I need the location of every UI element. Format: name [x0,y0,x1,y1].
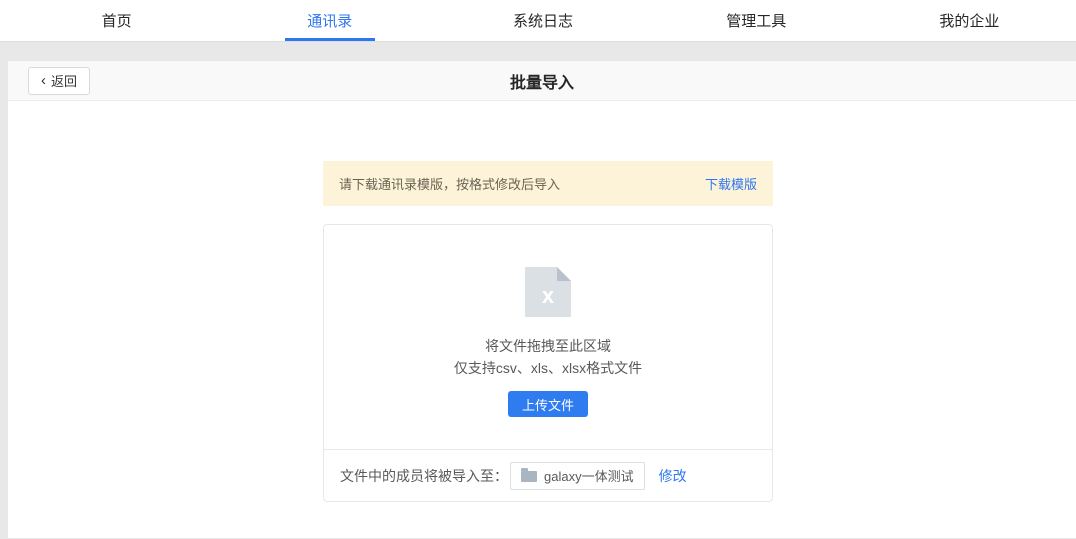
excel-letter: x [542,285,554,307]
download-template-link[interactable]: 下载模版 [705,174,757,193]
format-hint-text: 仅支持csv、xls、xlsx格式文件 [324,357,772,379]
target-department-box: galaxy一体测试 [510,462,645,490]
top-nav: 首页 通讯录 系统日志 管理工具 我的企业 [0,0,1076,42]
file-drop-zone[interactable]: x 将文件拖拽至此区域 仅支持csv、xls、xlsx格式文件 上传文件 [324,225,772,449]
panel-header: ‹ 返回 批量导入 [8,61,1076,101]
edit-target-link[interactable]: 修改 [659,466,687,486]
batch-import-panel: ‹ 返回 批量导入 请下载通讯录模版，按格式修改后导入 下载模版 x 将文件拖拽… [8,61,1076,538]
content-column: 请下载通讯录模版，按格式修改后导入 下载模版 x 将文件拖拽至此区域 仅支持cs… [323,101,773,502]
page-gap [0,42,1076,61]
import-target-label: 文件中的成员将被导入至： [340,466,508,486]
tab-my-enterprise[interactable]: 我的企业 [863,0,1076,41]
chevron-left-icon: ‹ [41,73,46,88]
upload-card: x 将文件拖拽至此区域 仅支持csv、xls、xlsx格式文件 上传文件 文件中… [323,224,773,502]
tab-my-enterprise-label: 我的企业 [939,10,999,31]
excel-file-icon: x [525,267,571,317]
tab-system-log-label: 系统日志 [513,10,573,31]
back-button-label: 返回 [51,71,77,90]
tab-home-label: 首页 [102,10,132,31]
import-target-row: 文件中的成员将被导入至： galaxy一体测试 修改 [324,449,772,501]
tab-contacts-label: 通讯录 [307,10,352,31]
upload-file-button[interactable]: 上传文件 [508,391,588,417]
tab-contacts[interactable]: 通讯录 [223,0,436,41]
active-tab-underline [285,38,375,41]
target-department-name: galaxy一体测试 [544,466,634,485]
tab-admin-tools[interactable]: 管理工具 [650,0,863,41]
tab-home[interactable]: 首页 [10,0,223,41]
folder-icon [521,471,537,482]
page-title: 批量导入 [510,69,574,93]
template-notice-bar: 请下载通讯录模版，按格式修改后导入 下载模版 [323,161,773,206]
tab-system-log[interactable]: 系统日志 [436,0,649,41]
notice-text: 请下载通讯录模版，按格式修改后导入 [339,174,560,193]
tab-admin-tools-label: 管理工具 [726,10,786,31]
back-button[interactable]: ‹ 返回 [28,67,90,95]
drag-hint-text: 将文件拖拽至此区域 [324,335,772,357]
